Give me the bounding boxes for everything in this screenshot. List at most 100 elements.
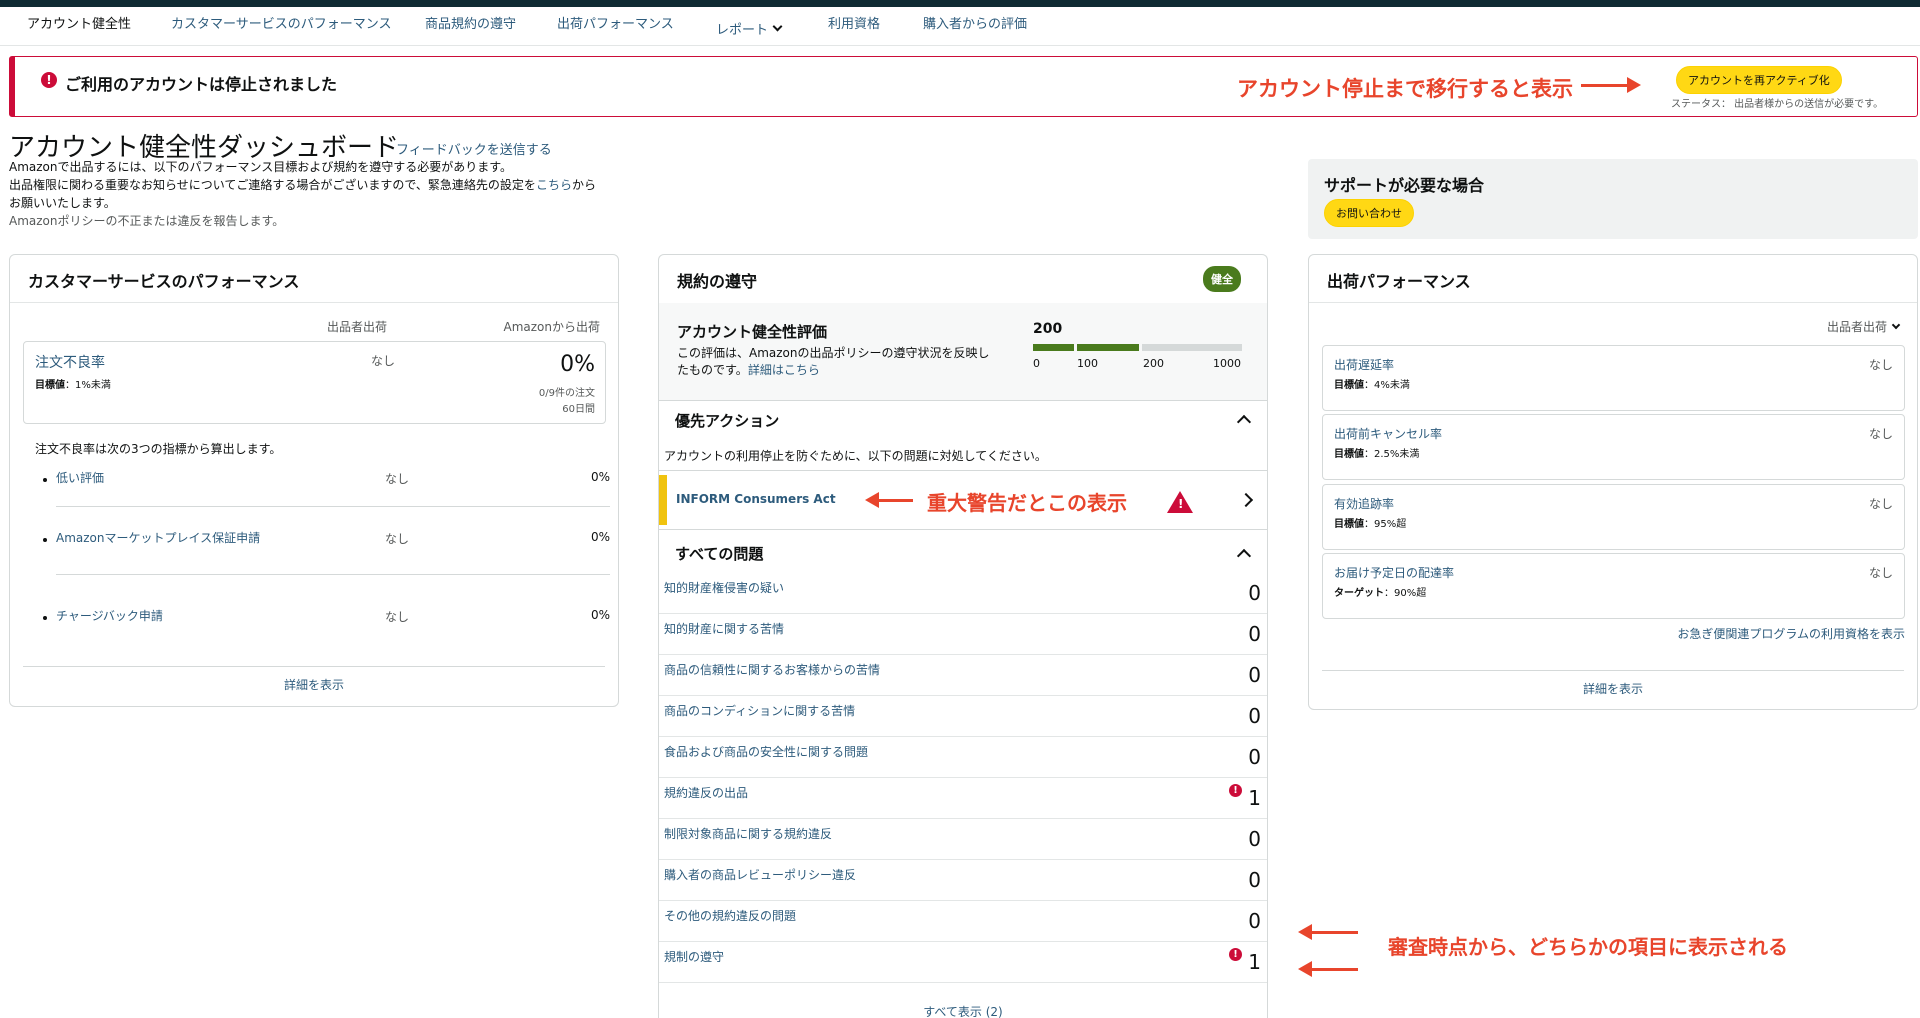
fulfillment-filter-dropdown[interactable]: 出品者出荷 — [1827, 318, 1901, 335]
sub-metric-seller: なし — [385, 532, 410, 546]
show-all-link[interactable]: すべて表示 (2) — [659, 1003, 1267, 1018]
ahr-tick: 100 — [1077, 357, 1098, 370]
metric-link[interactable]: お届け予定日の配達率 — [1334, 564, 1454, 581]
policy-compliance-card: 規約の遵守 健全 アカウント健全性評価 この評価は、Amazonの出品ポリシーの… — [658, 254, 1268, 1018]
metric-value: なし — [1868, 566, 1893, 580]
table-row: 規制の遵守! 1 — [659, 942, 1267, 983]
issue-link[interactable]: 商品のコンディションに関する苦情 — [664, 702, 855, 719]
banner-title: ご利用のアカウントは停止されました — [65, 75, 338, 94]
table-row: 食品および商品の安全性に関する問題 0 — [659, 737, 1267, 778]
feedback-link[interactable]: フィードバックを送信する — [396, 139, 552, 158]
issue-link[interactable]: 商品の信頼性に関するお客様からの苦情 — [664, 661, 880, 678]
issue-link[interactable]: 購入者の商品レビューポリシー違反 — [664, 866, 856, 883]
divider — [56, 506, 610, 507]
top-nav: アカウント健全性 カスタマーサービスのパフォーマンス 商品規約の遵守 出荷パフォ… — [0, 7, 1920, 46]
ahr-tick: 1000 — [1213, 357, 1241, 370]
sp-details-link[interactable]: 詳細を表示 — [1309, 680, 1917, 697]
ahr-tick: 0 — [1033, 357, 1040, 370]
issue-link[interactable]: 知的財産に関する苦情 — [664, 620, 784, 637]
nav-eligibility[interactable]: 利用資格 — [828, 13, 880, 32]
nav-policy-compliance[interactable]: 商品規約の遵守 — [425, 13, 516, 32]
col-amazon-fulfilled: Amazonから出荷 — [503, 320, 601, 334]
metric-target: 目標値：2.5%未満 — [1334, 445, 1419, 460]
alert-icon: ! — [1229, 784, 1242, 797]
metric-target-value: ：90%超 — [1384, 588, 1427, 599]
issue-link[interactable]: 規制の遵守 — [664, 948, 724, 965]
divider — [1309, 302, 1917, 303]
metric-target-label: 目標値 — [1334, 449, 1364, 460]
odr-link[interactable]: 注文不良率 — [35, 352, 105, 372]
metric-link[interactable]: 有効追跡率 — [1334, 495, 1394, 512]
chevron-down-icon — [1891, 320, 1901, 330]
metric-link[interactable]: 出荷遅延率 — [1334, 356, 1394, 373]
alert-icon: ! — [41, 72, 57, 88]
intro-line-3: お願いいたします。 — [9, 196, 116, 210]
priority-actions-desc: アカウントの利用停止を防ぐために、以下の問題に対処してください。 — [664, 449, 1047, 463]
nav-account-health[interactable]: アカウント健全性 — [27, 13, 131, 32]
sub-metric-seller: なし — [385, 472, 410, 486]
priority-actions-title: 優先アクション — [675, 412, 780, 430]
reactivate-button[interactable]: アカウントを再アクティブ化 — [1676, 66, 1842, 94]
priority-action-label[interactable]: INFORM Consumers Act — [676, 492, 836, 506]
issue-link[interactable]: 食品および商品の安全性に関する問題 — [664, 743, 868, 760]
issue-link[interactable]: 制限対象商品に関する規約違反 — [664, 825, 832, 842]
chevron-up-icon[interactable] — [1236, 414, 1252, 430]
table-row: 購入者の商品レビューポリシー違反 0 — [659, 860, 1267, 901]
sub-metric-link[interactable]: チャージバック申請 — [56, 608, 266, 625]
cs-details-link[interactable]: 詳細を表示 — [10, 676, 618, 693]
table-row: 知的財産に関する苦情 0 — [659, 614, 1267, 655]
issue-link[interactable]: 知的財産権侵害の疑い — [664, 579, 784, 596]
issue-count: 0 — [1248, 909, 1261, 933]
metric-value: なし — [1868, 358, 1893, 372]
metric-value: なし — [1868, 427, 1893, 441]
intro-line-2-suffix: から — [571, 178, 596, 192]
nav-buyer-feedback[interactable]: 購入者からの評価 — [923, 13, 1027, 32]
ahr-title: アカウント健全性評価 — [677, 323, 828, 341]
banner-annotation: アカウント停止まで移行すると表示 — [1237, 78, 1573, 101]
top-bar — [0, 0, 1920, 7]
chevron-right-icon[interactable] — [1238, 492, 1254, 508]
metric-target: 目標値：4%未満 — [1334, 376, 1410, 391]
table-row: 制限対象商品に関する規約違反 0 — [659, 819, 1267, 860]
divider — [56, 574, 610, 575]
shipping-metric: 出荷前キャンセル率 目標値：2.5%未満 なし — [1322, 414, 1905, 480]
sub-metric-seller: なし — [385, 610, 410, 624]
shipping-metric: 出荷遅延率 目標値：4%未満 なし — [1322, 345, 1905, 411]
odr-orders: 0/9件の注文 — [538, 388, 595, 399]
chevron-up-icon[interactable] — [1236, 548, 1252, 564]
banner-status: ステータス： 出品者様からの送信が必要です。 — [1671, 99, 1884, 110]
shipping-metric: お届け予定日の配達率 ターゲット：90%超 なし — [1322, 553, 1905, 619]
issue-count: 0 — [1248, 704, 1261, 728]
metric-link[interactable]: 出荷前キャンセル率 — [1334, 425, 1442, 442]
intro-line-2-text: 出品権限に関わる重要なお知らせについてご連絡する場合がございますので、緊急連絡先… — [9, 178, 536, 192]
intro-text: Amazonで出品するには、以下のパフォーマンス目標および規約を遵守する必要があ… — [9, 158, 619, 230]
issue-link[interactable]: 規約違反の出品 — [664, 784, 748, 801]
nav-customer-service[interactable]: カスタマーサービスのパフォーマンス — [171, 13, 391, 32]
metric-target-value: ：2.5%未満 — [1364, 449, 1420, 460]
status-badge: 健全 — [1203, 266, 1241, 292]
contact-us-button[interactable]: お問い合わせ — [1324, 199, 1414, 227]
contact-settings-link[interactable]: こちら — [536, 178, 572, 192]
nav-reports[interactable]: レポート — [716, 19, 783, 38]
metric-value: なし — [1868, 497, 1893, 511]
customer-service-card: カスタマーサービスのパフォーマンス 出品者出荷 Amazonから出荷 注文不良率… — [9, 254, 619, 707]
odr-metric: 注文不良率 目標値：1%未満 なし 0% 0/9件の注文 60日間 — [23, 341, 606, 424]
table-row: 規約違反の出品! 1 — [659, 778, 1267, 819]
ahr-learn-more-link[interactable]: 詳細はこちら — [748, 363, 820, 377]
odr-period: 60日間 — [562, 404, 595, 415]
odr-amazon-value: 0% — [560, 352, 595, 377]
bullet-icon — [43, 478, 47, 482]
issue-count: 0 — [1248, 663, 1261, 687]
metric-target-value: ：95%超 — [1364, 519, 1407, 530]
priority-action-item[interactable]: INFORM Consumers Act 重大警告だとこの表示 ! — [659, 470, 1267, 530]
all-issues-title: すべての問題 — [675, 545, 764, 563]
intro-line-1: Amazonで出品するには、以下のパフォーマンス目標および規約を遵守する必要があ… — [9, 160, 513, 174]
issue-link[interactable]: その他の規約違反の問題 — [664, 907, 796, 924]
support-panel: サポートが必要な場合 お問い合わせ — [1308, 159, 1918, 239]
sub-metric-link[interactable]: Amazonマーケットプレイス保証申請 — [56, 530, 266, 547]
ahr-tick: 200 — [1143, 357, 1164, 370]
prime-eligibility-link[interactable]: お急ぎ便関連プログラムの利用資格を表示 — [1677, 625, 1905, 642]
nav-shipping-performance[interactable]: 出荷パフォーマンス — [557, 13, 674, 32]
sub-metric-link[interactable]: 低い評価 — [56, 470, 266, 487]
report-violation-link[interactable]: Amazonポリシーの不正または違反を報告します。 — [9, 212, 619, 230]
